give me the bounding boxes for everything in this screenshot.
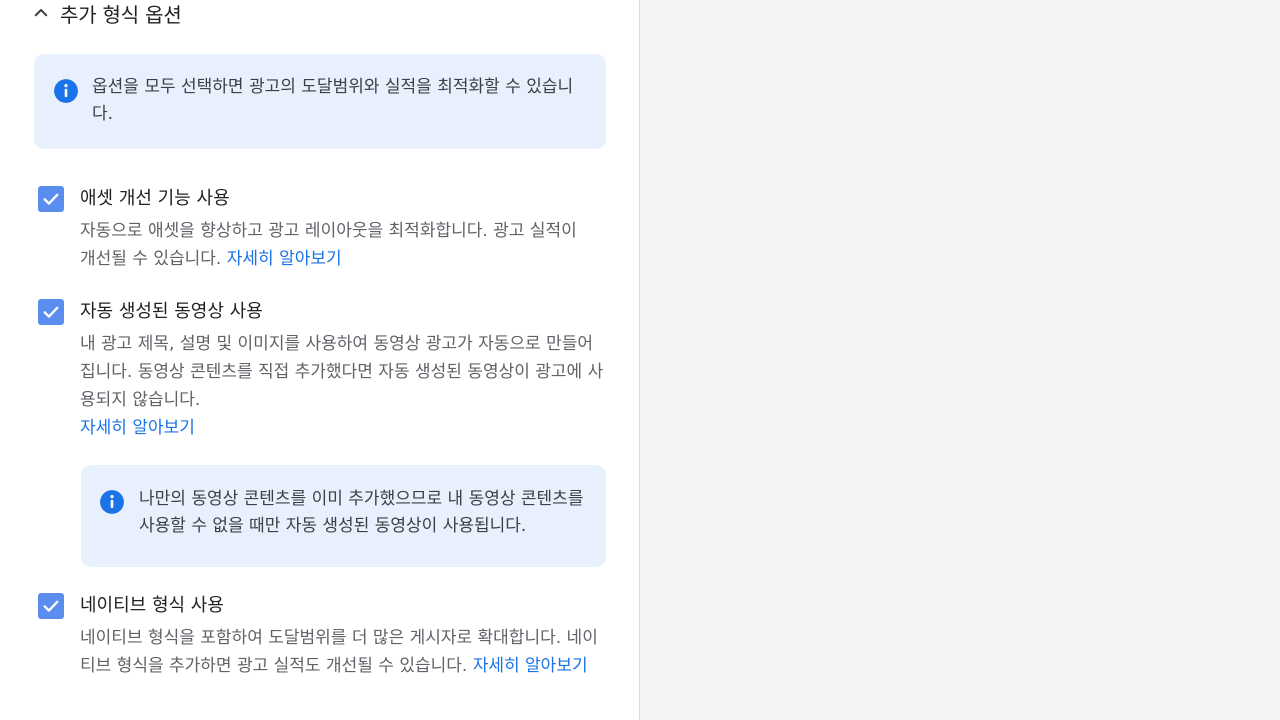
learn-more-link[interactable]: 자세히 알아보기: [473, 656, 588, 676]
option-title: 네이티브 형식 사용: [80, 595, 224, 616]
native-formats-checkbox[interactable]: [38, 593, 64, 619]
section-header-toggle[interactable]: 추가 형식 옵션: [32, 0, 182, 27]
option-title: 애셋 개선 기능 사용: [80, 188, 230, 209]
preview-area: [641, 0, 1280, 720]
learn-more-link[interactable]: 자세히 알아보기: [227, 249, 342, 269]
check-icon: [43, 193, 59, 205]
option-title: 자동 생성된 동영상 사용: [80, 301, 263, 322]
video-info-text: 나만의 동영상 콘텐츠를 이미 추가했으므로 내 동영상 콘텐츠를 사용할 수 …: [139, 489, 584, 536]
info-banner-text: 옵션을 모두 선택하면 광고의 도달범위와 실적을 최적화할 수 있습니다.: [92, 77, 574, 124]
auto-generated-video-checkbox[interactable]: [38, 299, 64, 325]
option-description: 네이티브 형식을 포함하여 도달범위를 더 많은 게시자로 확대합니다. 네이티…: [80, 624, 608, 680]
asset-enhancements-checkbox[interactable]: [38, 186, 64, 212]
option-description-text: 내 광고 제목, 설명 및 이미지를 사용하여 동영상 광고가 자동으로 만들어…: [80, 334, 604, 410]
check-icon: [43, 306, 59, 318]
info-icon: [100, 490, 124, 514]
chevron-up-icon[interactable]: [32, 4, 50, 22]
section-title: 추가 형식 옵션: [60, 2, 182, 27]
option-description: 자동으로 애셋을 향상하고 광고 레이아웃을 최적화합니다. 광고 실적이 개선…: [80, 217, 590, 273]
info-banner: 옵션을 모두 선택하면 광고의 도달범위와 실적을 최적화할 수 있습니다.: [34, 54, 606, 149]
options-panel: 추가 형식 옵션 옵션을 모두 선택하면 광고의 도달범위와 실적을 최적화할 …: [0, 0, 640, 720]
video-info-banner: 나만의 동영상 콘텐츠를 이미 추가했으므로 내 동영상 콘텐츠를 사용할 수 …: [81, 465, 606, 567]
option-description: 내 광고 제목, 설명 및 이미지를 사용하여 동영상 광고가 자동으로 만들어…: [80, 330, 605, 442]
check-icon: [43, 600, 59, 612]
info-icon: [54, 79, 78, 103]
learn-more-link[interactable]: 자세히 알아보기: [80, 418, 195, 438]
